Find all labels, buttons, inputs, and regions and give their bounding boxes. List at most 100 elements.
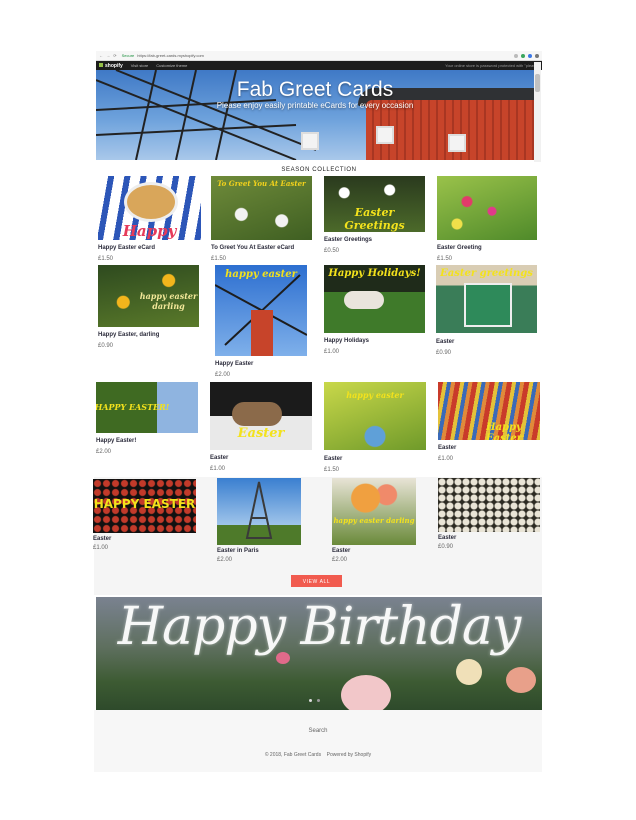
product-price: £2.00 (215, 372, 231, 378)
nav-arrows-icon[interactable]: ← → ⟳ (99, 53, 118, 58)
product-title[interactable]: To Greet You At Easter eCard (211, 245, 294, 251)
product-title[interactable]: Easter (438, 535, 456, 541)
card-overlay-text: Easter greetings (440, 268, 533, 279)
product-image[interactable]: Easter greetings (436, 265, 537, 333)
cat-shape (344, 291, 384, 309)
product-title[interactable]: Easter (438, 445, 456, 451)
footer-search-link[interactable]: Search (94, 728, 542, 734)
slide-indicator[interactable] (317, 699, 320, 702)
password-note: Your online store is password protected … (445, 63, 539, 68)
windmill-tower (251, 310, 273, 356)
dog-shape (232, 402, 282, 426)
star-icon[interactable] (514, 53, 518, 58)
product-image[interactable]: happy easter darling (98, 265, 199, 327)
product-image[interactable]: Happy Holidays! (324, 265, 425, 333)
extension-icon[interactable] (528, 53, 532, 58)
card-overlay-text: Easter (237, 426, 285, 441)
powered-by-link[interactable]: Powered by Shopify (327, 752, 371, 758)
scrollbar[interactable] (534, 62, 541, 162)
product-image[interactable]: happy easter darling (332, 478, 416, 545)
shopify-logo[interactable]: shopify (99, 63, 123, 69)
product-price: £1.00 (438, 456, 454, 462)
product-image[interactable] (217, 478, 301, 545)
product-image[interactable] (438, 478, 540, 532)
birthday-script-text: Happy Birthday (117, 597, 522, 657)
product-price: £1.00 (93, 545, 109, 551)
card-overlay-text: happy easter (225, 269, 297, 280)
card-overlay-text: Happy Easter (122, 222, 177, 240)
url-text[interactable]: https://fab-greet-cards.myshopify.com (137, 53, 514, 58)
card-overlay-text: happy easter darling (333, 516, 415, 525)
cake-shape (124, 182, 178, 222)
product-price: £1.50 (211, 256, 227, 262)
product-price: £0.90 (438, 544, 454, 550)
product-price: £1.00 (324, 349, 340, 355)
product-title[interactable]: Easter Greeting (437, 245, 482, 251)
product-title[interactable]: Happy Easter eCard (98, 245, 155, 251)
product-title[interactable]: Easter (93, 536, 111, 542)
extension-icons[interactable] (514, 53, 539, 58)
product-title[interactable]: Happy Easter (215, 361, 253, 367)
card-overlay-text: Easter Greetings (344, 206, 405, 232)
card-overlay-text: Happy Holidays! (328, 268, 421, 279)
shopify-bag-icon (99, 63, 103, 68)
product-image[interactable]: To Greet You At Easter (211, 176, 312, 240)
product-price: £2.00 (332, 557, 348, 563)
product-title[interactable]: Easter (210, 455, 228, 461)
card-overlay-text: HAPPY EASTER (93, 497, 196, 511)
product-image[interactable]: happy easter (324, 382, 426, 450)
footer-copyright: © 2018, Fab Greet Cards Powered by Shopi… (94, 752, 542, 758)
card-overlay-text: happy easter (346, 390, 404, 400)
windmill-window (448, 134, 466, 152)
product-image[interactable]: Happy Easter (438, 382, 540, 440)
product-title[interactable]: Easter (436, 339, 454, 345)
product-price: £0.90 (436, 350, 452, 356)
product-price: £1.50 (324, 467, 340, 473)
product-title[interactable]: Easter Greetings (324, 237, 372, 243)
product-price: £0.50 (324, 248, 340, 254)
product-price: £1.50 (98, 256, 114, 262)
shopify-admin-bar: shopify Visit store Customize theme Your… (96, 61, 542, 70)
customize-theme-link[interactable]: Customize theme (156, 63, 187, 68)
product-image[interactable]: Easter Greetings (324, 176, 425, 232)
product-title[interactable]: Easter in Paris (217, 548, 259, 554)
address-bar[interactable]: ← → ⟳ Secure https://fab-greet-cards.mys… (96, 51, 542, 61)
product-image[interactable]: happy easter (215, 265, 307, 356)
extension-icon[interactable] (521, 53, 525, 58)
product-image[interactable]: HAPPY EASTER (93, 479, 196, 533)
product-price: £1.00 (210, 466, 226, 472)
card-overlay-text: Happy Easter (486, 422, 522, 440)
product-image[interactable]: Happy Easter (98, 176, 201, 240)
birthday-banner[interactable]: Happy Birthday (96, 597, 542, 710)
browser-window: ← → ⟳ Secure https://fab-greet-cards.mys… (96, 51, 542, 70)
section-title: SEASON COLLECTION (281, 167, 357, 173)
product-title[interactable]: Happy Easter! (96, 438, 136, 444)
product-title[interactable]: Easter (332, 548, 350, 554)
scrollbar-thumb[interactable] (535, 74, 540, 92)
product-title[interactable]: Easter (324, 456, 342, 462)
site-title[interactable]: Fab Greet Cards (96, 78, 534, 102)
view-all-button[interactable]: VIEW ALL (291, 575, 342, 587)
site-tagline: Please enjoy easily printable eCards for… (216, 101, 414, 110)
card-overlay-text: To Greet You At Easter (217, 179, 306, 188)
rose-shape (456, 659, 482, 685)
menu-icon[interactable] (535, 53, 539, 58)
windmill-window (301, 132, 319, 150)
product-title[interactable]: Happy Holidays (324, 338, 369, 344)
card-overlay-text: happy easter darling (139, 291, 198, 311)
secure-label: Secure (121, 53, 135, 58)
windmill-window (376, 126, 394, 144)
product-price: £2.00 (217, 557, 233, 563)
visit-store-link[interactable]: Visit store (131, 63, 149, 68)
product-image[interactable] (437, 176, 537, 240)
product-price: £2.00 (96, 449, 112, 455)
slide-indicator[interactable] (309, 699, 312, 702)
eiffel-tower-image (245, 481, 273, 539)
product-title[interactable]: Happy Easter, darling (98, 332, 159, 338)
product-price: £0.90 (98, 343, 114, 349)
product-price: £1.50 (437, 256, 453, 262)
copyright-text[interactable]: © 2018, Fab Greet Cards (265, 752, 321, 758)
product-image[interactable]: HAPPY EASTER! (96, 382, 198, 433)
footer: Search © 2018, Fab Greet Cards Powered b… (94, 710, 542, 772)
product-image[interactable]: Easter (210, 382, 312, 450)
